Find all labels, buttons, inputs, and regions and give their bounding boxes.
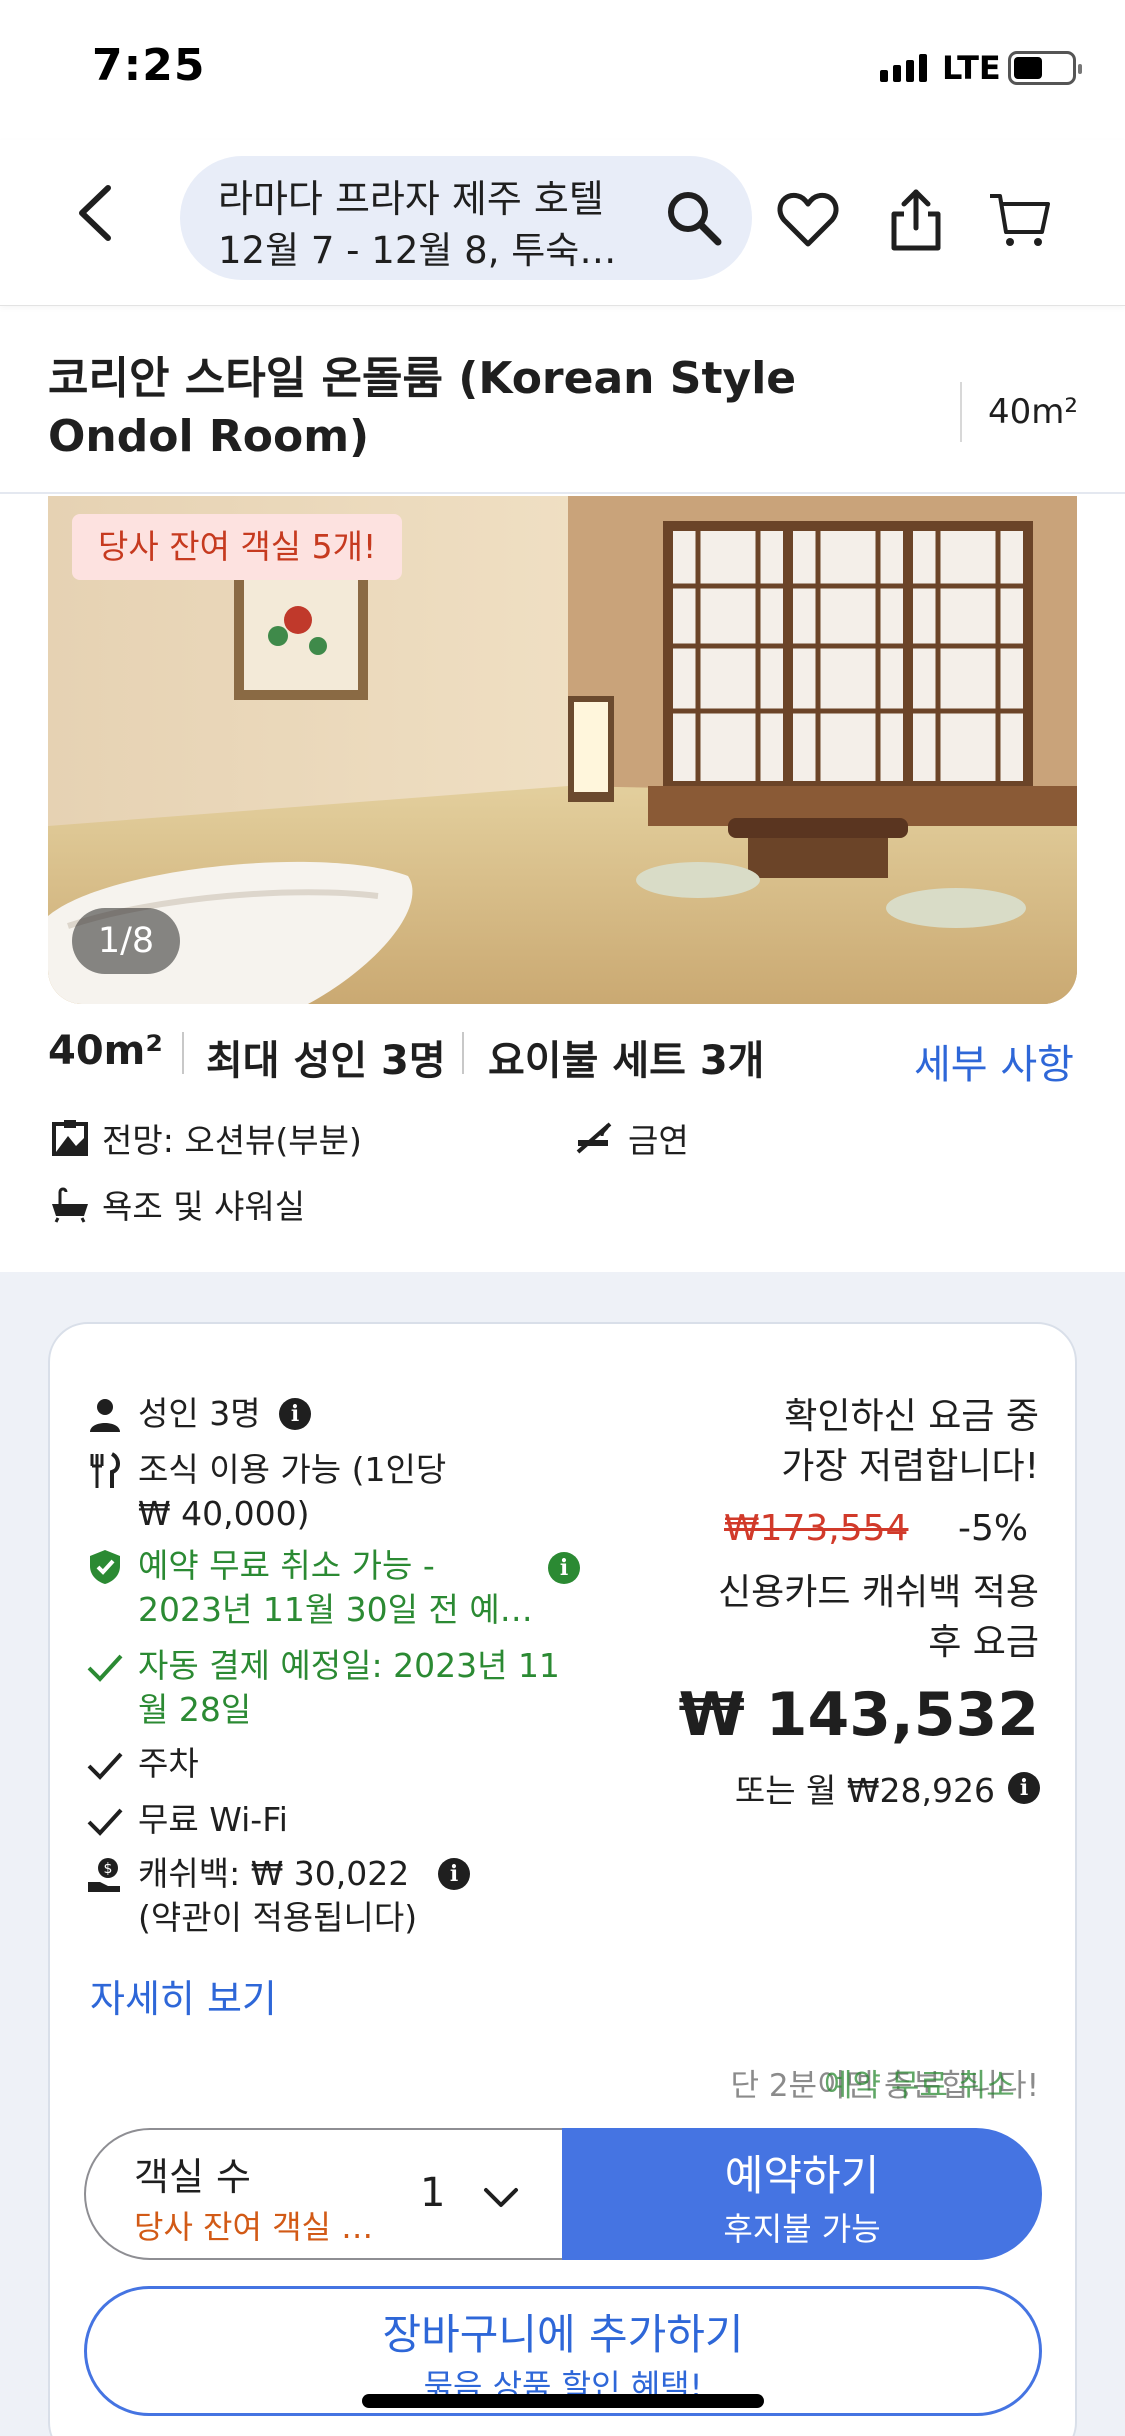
cashback-line-2: (약관이 적용됩니다) — [138, 1898, 418, 1937]
cart-icon[interactable] — [988, 188, 1052, 252]
details-link[interactable]: 세부 사항 — [914, 1032, 1074, 1090]
card-note-line-2: 후 요금 — [928, 1622, 1039, 1663]
cancel-hint-overlay: 예약 무료 취소 — [824, 2068, 1015, 2104]
card-note-line-1: 신용카드 캐쉬백 적용 — [718, 1572, 1039, 1613]
utensils-icon — [90, 1452, 120, 1488]
search-hotel-name: 라마다 프라자 제주 호텔 — [218, 177, 604, 221]
share-icon[interactable] — [884, 188, 948, 252]
feature-occupancy: 최대 성인 3명 — [206, 1038, 446, 1084]
info-icon[interactable]: i — [279, 1398, 311, 1430]
search-icon[interactable] — [664, 188, 724, 248]
signal-icon — [880, 54, 927, 82]
status-time: 7:25 — [92, 40, 206, 91]
room-title: 코리안 스타일 온돌룸 (Korean Style Ondol Room) — [48, 353, 797, 462]
room-count-label: 객실 수 — [134, 2155, 251, 2199]
reserve-button[interactable]: 예약하기 후지불 가능 — [562, 2128, 1042, 2260]
chevron-down-icon — [484, 2188, 518, 2207]
battery-icon — [1008, 51, 1082, 85]
room-count-select[interactable]: 객실 수 당사 잔여 객실 5개! 1 — [84, 2128, 584, 2260]
room-count-sub: 당사 잔여 객실 5개! — [134, 2208, 374, 2246]
heart-icon[interactable] — [776, 188, 840, 252]
amenity-nonsmoking: 금연 — [628, 1121, 689, 1160]
status-bar: 7:25 LTE — [0, 0, 1125, 140]
amenity-bath: 욕조 및 샤워실 — [102, 1187, 306, 1226]
autopay-line-1: 자동 결제 예정일: 2023년 11 — [138, 1646, 560, 1685]
breakfast-line-1: 조식 이용 가능 (1인당 — [138, 1450, 447, 1489]
info-icon[interactable]: i — [438, 1858, 470, 1890]
check-icon — [87, 1752, 123, 1780]
add-to-cart-label: 장바구니에 추가하기 — [382, 2310, 744, 2359]
cashback-line-1: 캐쉬백: ₩ 30,022 — [138, 1854, 410, 1893]
autopay-line-2: 월 28일 — [138, 1690, 252, 1729]
info-icon[interactable]: i — [1008, 1772, 1040, 1804]
person-icon — [90, 1399, 120, 1432]
breakfast-line-2: ₩ 40,000) — [138, 1494, 310, 1533]
feature-divider — [462, 1032, 464, 1074]
final-price: ₩ 143,532 — [678, 1680, 1039, 1750]
check-icon — [87, 1654, 123, 1682]
check-icon — [87, 1808, 123, 1836]
no-smoking-icon — [576, 1122, 612, 1154]
view-icon — [52, 1120, 88, 1156]
info-icon[interactable]: i — [548, 1552, 580, 1584]
reserve-label: 예약하기 — [724, 2151, 880, 2200]
search-summary-pill[interactable]: 라마다 프라자 제주 호텔 12월 7 - 12월 8, 투숙객 3명 — [180, 156, 752, 280]
amenity-view: 전망: 오션뷰(부분) — [102, 1121, 362, 1160]
discount-percent: -5% — [958, 1508, 1029, 1549]
shield-check-icon — [90, 1550, 120, 1584]
feature-size: 40m² — [48, 1028, 163, 1074]
title-divider — [960, 382, 962, 442]
monthly-price: 또는 월 ₩28,926 — [734, 1771, 995, 1810]
see-more-link[interactable]: 자세히 보기 — [90, 1968, 277, 2023]
photo-counter: 1/8 — [72, 908, 180, 974]
scarcity-badge: 당사 잔여 객실 5개! — [72, 514, 403, 580]
section-divider — [0, 492, 1125, 494]
room-count-value: 1 — [420, 2170, 446, 2216]
wifi-label: 무료 Wi-Fi — [138, 1800, 288, 1839]
bathtub-icon — [52, 1187, 88, 1223]
reserve-sub: 후지불 가능 — [723, 2210, 881, 2248]
cheapest-line-2: 가장 저렴합니다! — [781, 1446, 1039, 1487]
svg-text:$: $ — [104, 1861, 113, 1877]
room-size-label: 40m² — [988, 392, 1079, 432]
cheapest-line-1: 확인하신 요금 중 — [784, 1396, 1039, 1437]
back-arrow-icon[interactable] — [62, 178, 132, 248]
guests-count: 성인 3명 — [138, 1394, 261, 1433]
free-cancel-line-2: 2023년 11월 30일 전 예… — [138, 1590, 533, 1629]
home-indicator[interactable] — [362, 2394, 764, 2408]
feature-bedding: 요이불 세트 3개 — [488, 1038, 765, 1084]
free-cancel-line-1: 예약 무료 취소 가능 - — [138, 1546, 435, 1585]
original-price: ₩173,554 — [724, 1508, 909, 1549]
cashback-icon: $ — [88, 1858, 120, 1892]
network-label: LTE — [942, 49, 1001, 87]
feature-divider — [182, 1032, 184, 1074]
parking-label: 주차 — [138, 1744, 199, 1783]
search-dates-guests: 12월 7 - 12월 8, 투숙객 3명 — [218, 229, 628, 272]
top-nav-bar: 라마다 프라자 제주 호텔 12월 7 - 12월 8, 투숙객 3명 — [0, 140, 1125, 306]
